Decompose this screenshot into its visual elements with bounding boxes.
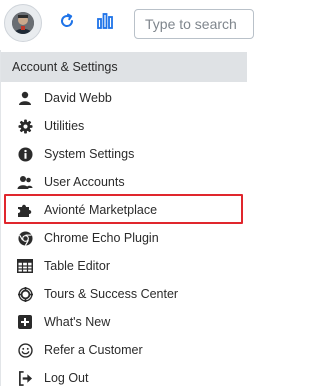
top-toolbar [0,0,254,50]
menu-item-refer-a-customer[interactable]: Refer a Customer [1,336,247,364]
lifebuoy-icon [17,286,33,302]
logout-icon [17,370,33,386]
menu-item-label: Avionté Marketplace [44,203,158,217]
menu-item-label: David Webb [44,91,112,105]
avatar-photo [12,12,34,34]
user-icon [17,90,33,106]
menu-item-chrome-echo-plugin[interactable]: Chrome Echo Plugin [1,224,247,252]
menu-item-user-accounts[interactable]: User Accounts [1,168,247,196]
reports-button[interactable] [92,10,118,36]
info-icon [17,146,33,162]
refresh-icon [58,12,76,35]
menu-header: Account & Settings [1,52,247,82]
menu-item-avionte-marketplace[interactable]: Avionté Marketplace [1,196,247,224]
user-avatar[interactable] [4,4,42,42]
gear-icon [17,118,33,134]
menu-item-label: System Settings [44,147,135,161]
users-icon [17,174,33,190]
menu-item-system-settings[interactable]: System Settings [1,140,247,168]
menu-item-label: Utilities [44,119,85,133]
table-icon [17,258,33,274]
menu-item-label: Log Out [44,371,89,385]
bar-chart-icon [96,12,114,35]
puzzle-icon [17,202,33,218]
menu-item-label: Table Editor [44,259,111,273]
refresh-button[interactable] [54,10,80,36]
menu-item-label: User Accounts [44,175,125,189]
menu-item-label: What's New [44,315,111,329]
menu-item-log-out[interactable]: Log Out [1,364,247,392]
chrome-icon [17,230,33,246]
menu-item-label: Chrome Echo Plugin [44,231,159,245]
menu-item-table-editor[interactable]: Table Editor [1,252,247,280]
smile-icon [17,342,33,358]
menu-item-david-webb[interactable]: David Webb [1,84,247,112]
account-settings-menu: Account & Settings David Webb Utilities … [0,50,247,386]
menu-item-utilities[interactable]: Utilities [1,112,247,140]
menu-item-tours-success-center[interactable]: Tours & Success Center [1,280,247,308]
menu-item-label: Refer a Customer [44,343,143,357]
menu-item-label: Tours & Success Center [44,287,179,301]
search-input[interactable] [134,9,254,39]
menu-item-whats-new[interactable]: What's New [1,308,247,336]
plus-square-icon [17,314,33,330]
